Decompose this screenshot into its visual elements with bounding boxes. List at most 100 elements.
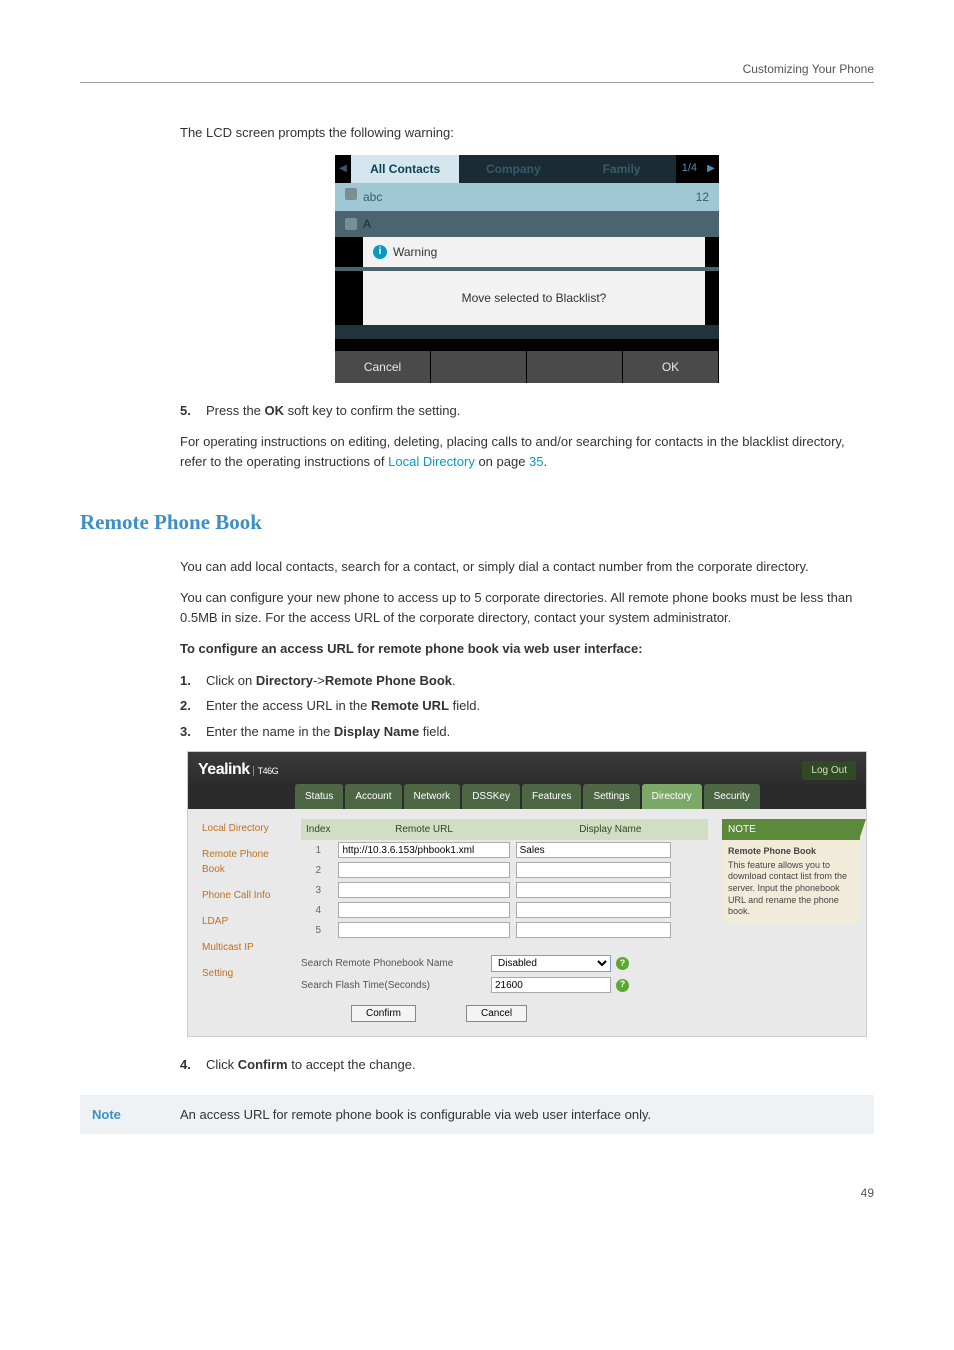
row-index: 5 — [301, 920, 335, 940]
remote-url-input[interactable] — [338, 882, 509, 898]
lcd-dialog-text: Move selected to Blacklist? — [462, 291, 607, 305]
lcd-softkeys: Cancel OK — [335, 351, 719, 383]
sidebar-item-phonecall[interactable]: Phone Call Info — [202, 888, 285, 903]
note-text: An access URL for remote phone book is c… — [180, 1105, 651, 1125]
logout-button[interactable]: Log Out — [802, 761, 856, 780]
table-row: 5 — [301, 920, 708, 940]
note-body: Remote Phone Book This feature allows yo… — [722, 840, 860, 924]
lcd-softkey-empty1 — [431, 351, 527, 383]
webui-header: YealinkT46G Log Out — [188, 752, 866, 788]
lcd-dialog: Move selected to Blacklist? — [363, 271, 705, 325]
person-icon — [345, 188, 357, 200]
intro-text: The LCD screen prompts the following war… — [180, 123, 874, 143]
display-name-input[interactable] — [516, 882, 671, 898]
step-num: 4. — [180, 1055, 194, 1075]
tab-features[interactable]: Features — [522, 784, 581, 809]
rp-howto: To configure an access URL for remote ph… — [180, 639, 874, 659]
sidebar-item-multicast[interactable]: Multicast IP — [202, 940, 285, 955]
lcd-row-bg1: A — [335, 211, 719, 237]
cancel-button[interactable]: Cancel — [466, 1005, 527, 1022]
remote-url-input[interactable] — [338, 922, 509, 938]
table-row: 1 — [301, 840, 708, 860]
note-header: NOTE — [722, 819, 860, 840]
flash-time-row: Search Flash Time(Seconds) ? — [301, 977, 708, 993]
note-block: Note An access URL for remote phone book… — [80, 1095, 874, 1135]
tab-directory[interactable]: Directory — [642, 784, 702, 809]
lcd-warning-label: Warning — [393, 243, 437, 261]
rp-para2: You can configure your new phone to acce… — [180, 588, 874, 627]
note-tag: Note — [92, 1105, 180, 1125]
step-num: 2. — [180, 696, 194, 716]
lcd-page-indicator: 1/4 — [676, 160, 703, 177]
remote-url-input[interactable] — [338, 842, 509, 858]
step-num: 1. — [180, 671, 194, 691]
lcd-screenshot: ◀ All Contacts Company Family 1/4 ▶ abc … — [335, 155, 719, 383]
tab-dsskey[interactable]: DSSKey — [462, 784, 520, 809]
lcd-contact-name: abc — [363, 188, 696, 206]
help-icon[interactable]: ? — [616, 979, 629, 992]
form-buttons: Confirm Cancel — [301, 999, 708, 1026]
step-num: 5. — [180, 401, 194, 421]
tab-network[interactable]: Network — [404, 784, 461, 809]
row-index: 2 — [301, 860, 335, 880]
chevron-left-icon: ◀ — [335, 161, 351, 176]
search-name-row: Search Remote Phonebook Name Disabled ? — [301, 955, 708, 972]
search-name-label: Search Remote Phonebook Name — [301, 956, 491, 971]
webui-tabbar: Status Account Network DSSKey Features S… — [188, 784, 866, 809]
note-text: This feature allows you to download cont… — [728, 860, 847, 917]
step-text: Enter the access URL in the Remote URL f… — [206, 696, 480, 716]
webui-screenshot: YealinkT46G Log Out Status Account Netwo… — [187, 751, 867, 1037]
webui-main: Index Remote URL Display Name 12345 Sear… — [293, 809, 716, 1036]
step-text: Click Confirm to accept the change. — [206, 1055, 416, 1075]
step-5: 5. Press the OK soft key to confirm the … — [180, 401, 874, 421]
lcd-warning-bar: i Warning — [363, 237, 705, 267]
tab-account[interactable]: Account — [345, 784, 401, 809]
remote-url-input[interactable] — [338, 902, 509, 918]
tab-status[interactable]: Status — [295, 784, 343, 809]
lcd-softkey-empty2 — [527, 351, 623, 383]
lcd-softkey-ok: OK — [623, 351, 719, 383]
local-directory-link[interactable]: Local Directory — [388, 454, 475, 469]
lcd-contact-number: 12 — [696, 188, 709, 206]
chevron-right-icon: ▶ — [703, 161, 719, 176]
tab-settings[interactable]: Settings — [583, 784, 639, 809]
row-index: 1 — [301, 840, 335, 860]
note-title: Remote Phone Book — [728, 846, 854, 858]
sidebar-item-setting[interactable]: Setting — [202, 966, 285, 981]
sidebar-item-localdir[interactable]: Local Directory — [202, 821, 285, 836]
remote-url-input[interactable] — [338, 862, 509, 878]
page-header: Customizing Your Phone — [80, 60, 874, 83]
step-num: 3. — [180, 722, 194, 742]
display-name-input[interactable] — [516, 922, 671, 938]
flash-time-input[interactable] — [491, 977, 611, 993]
lcd-dark-area — [335, 325, 719, 339]
page-number: 49 — [80, 1184, 874, 1202]
post-step5-para: For operating instructions on editing, d… — [180, 432, 874, 471]
sidebar-item-ldap[interactable]: LDAP — [202, 914, 285, 929]
remote-pb-table: Index Remote URL Display Name 12345 — [301, 819, 708, 940]
person-icon — [345, 218, 357, 230]
flash-time-label: Search Flash Time(Seconds) — [301, 978, 491, 993]
webui-body: Local Directory Remote Phone Book Phone … — [188, 809, 866, 1036]
rp-step: 2. Enter the access URL in the Remote URL… — [180, 696, 874, 716]
sidebar-item-remotepb[interactable]: Remote Phone Book — [202, 847, 285, 877]
search-name-select[interactable]: Disabled — [491, 955, 611, 972]
page-ref-link[interactable]: 35 — [529, 454, 543, 469]
confirm-button[interactable]: Confirm — [351, 1005, 416, 1022]
rp-para1: You can add local contacts, search for a… — [180, 557, 874, 577]
display-name-input[interactable] — [516, 862, 671, 878]
step-text: Press the OK soft key to confirm the set… — [206, 401, 460, 421]
lcd-tab-family: Family — [567, 155, 675, 183]
step-text: Click on Directory->Remote Phone Book. — [206, 671, 456, 691]
header-title: Customizing Your Phone — [743, 62, 874, 76]
table-row: 2 — [301, 860, 708, 880]
row-index: 4 — [301, 900, 335, 920]
lcd-softkey-cancel: Cancel — [335, 351, 431, 383]
help-icon[interactable]: ? — [616, 957, 629, 970]
tab-security[interactable]: Security — [704, 784, 760, 809]
display-name-input[interactable] — [516, 902, 671, 918]
step-text: Enter the name in the Display Name field… — [206, 722, 450, 742]
display-name-input[interactable] — [516, 842, 671, 858]
th-url: Remote URL — [335, 819, 512, 840]
th-index: Index — [301, 819, 335, 840]
